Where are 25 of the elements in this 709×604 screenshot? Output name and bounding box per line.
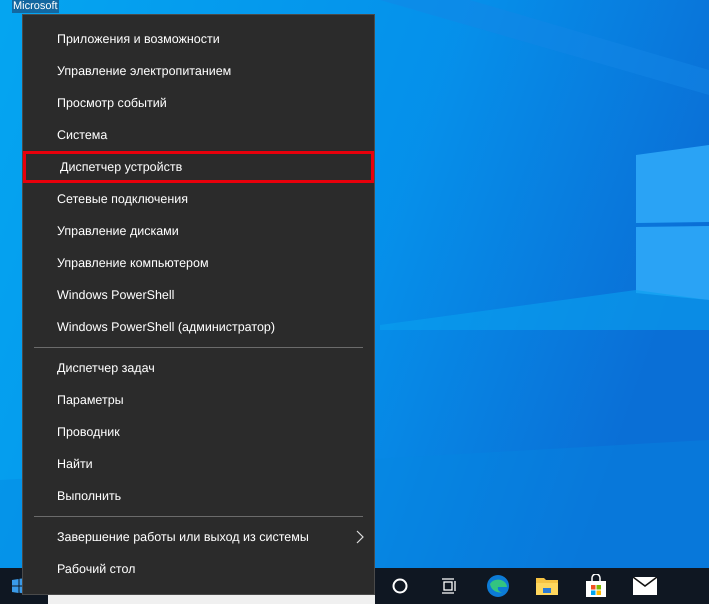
menu-item[interactable]: Управление компьютером: [23, 247, 374, 279]
menu-item[interactable]: Управление дисками: [23, 215, 374, 247]
menu-item[interactable]: Диспетчер устройств: [23, 151, 374, 183]
menu-item[interactable]: Просмотр событий: [23, 87, 374, 119]
folder-icon[interactable]: [534, 576, 558, 596]
menu-item[interactable]: Windows PowerShell (администратор): [23, 311, 374, 343]
chevron-right-icon: [356, 530, 364, 544]
menu-item[interactable]: Windows PowerShell: [23, 279, 374, 311]
menu-item[interactable]: Сетевые подключения: [23, 183, 374, 215]
circle-icon[interactable]: [392, 578, 408, 594]
menu-item[interactable]: Проводник: [23, 416, 374, 448]
menu-item[interactable]: Найти: [23, 448, 374, 480]
menu-item[interactable]: Рабочий стол: [23, 553, 374, 585]
desktop-icon-label[interactable]: Microsoft: [12, 0, 59, 13]
menu-item[interactable]: Параметры: [23, 384, 374, 416]
browser-icon[interactable]: [486, 574, 510, 598]
task-view-icon[interactable]: [440, 578, 456, 594]
menu-item[interactable]: Управление электропитанием: [23, 55, 374, 87]
envelope-icon[interactable]: [632, 577, 656, 595]
menu-item[interactable]: Система: [23, 119, 374, 151]
menu-item[interactable]: Приложения и возможности: [23, 23, 374, 55]
menu-item[interactable]: Выполнить: [23, 480, 374, 512]
menu-item[interactable]: Завершение работы или выход из системы: [23, 521, 374, 553]
menu-item[interactable]: Диспетчер задач: [23, 352, 374, 384]
shopping-bag-icon[interactable]: [584, 574, 606, 598]
